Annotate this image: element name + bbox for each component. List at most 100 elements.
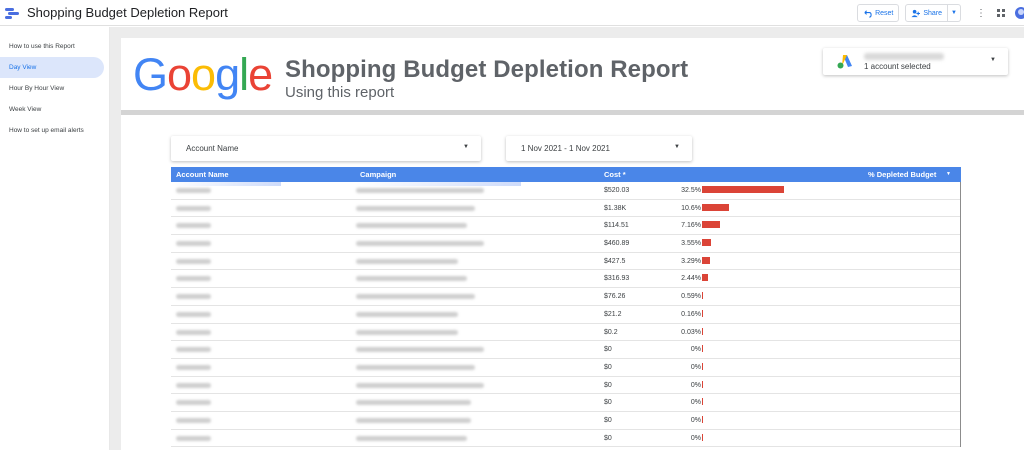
share-person-icon: [911, 9, 921, 17]
dropdown-caret-icon: ▼: [463, 144, 469, 150]
depleted-bar: [702, 186, 784, 193]
table-row[interactable]: $0 0%: [171, 394, 960, 412]
depleted-pct-cell: 2.44%: [681, 275, 701, 283]
sidebar-item-email-alerts[interactable]: How to set up email alerts: [0, 120, 104, 141]
campaign-name-redacted: [356, 364, 475, 370]
cost-cell: $0: [604, 416, 612, 424]
cost-cell: $427.5: [604, 257, 626, 265]
more-vert-icon[interactable]: ⋮: [973, 4, 989, 22]
campaign-name-redacted: [356, 400, 471, 406]
date-range-filter-label: 1 Nov 2021 - 1 Nov 2021: [521, 144, 610, 153]
depleted-pct-cell: 10.6%: [681, 204, 701, 212]
depleted-pct-cell: 0%: [690, 399, 701, 407]
depleted-pct-cell: 7.16%: [681, 222, 701, 230]
depleted-bar: [702, 256, 711, 264]
app-title: Shopping Budget Depletion Report: [27, 5, 228, 20]
table-row[interactable]: $0 0%: [171, 412, 960, 430]
table-row[interactable]: $0 0%: [171, 359, 960, 377]
chevron-down-icon: ▼: [951, 10, 957, 16]
sort-desc-icon[interactable]: ▼: [946, 171, 951, 177]
table-row[interactable]: $427.5 3.29%: [171, 253, 960, 271]
account-name-redacted: [176, 347, 211, 353]
campaign-name-redacted: [356, 294, 475, 300]
report-page: Google Shopping Budget Depletion Report …: [121, 38, 1024, 450]
depleted-bar: [702, 239, 711, 247]
table-row[interactable]: $316.93 2.44%: [171, 270, 960, 289]
cost-cell: $316.93: [604, 275, 630, 283]
reset-label: Reset: [875, 9, 894, 17]
date-range-filter[interactable]: 1 Nov 2021 - 1 Nov 2021 ▼: [506, 136, 692, 161]
depleted-pct-cell: 32.5%: [681, 187, 701, 194]
dropdown-caret-icon: ▼: [674, 144, 680, 150]
account-selector-label: 1 account selected: [864, 62, 931, 71]
account-name-redacted: [176, 294, 211, 300]
column-header-cost[interactable]: Cost *: [604, 170, 626, 179]
cost-cell: $76.26: [604, 293, 626, 301]
account-name-redacted: [176, 223, 211, 229]
account-name-redacted: [176, 276, 211, 282]
sidebar: How to use this Report Day View Hour By …: [0, 27, 110, 450]
campaign-name-redacted: [356, 435, 467, 441]
table-row[interactable]: $0.2 0.03%: [171, 324, 960, 342]
table-row[interactable]: $0 0%: [171, 377, 960, 395]
account-name-redacted: [176, 188, 211, 193]
share-group: Share ▼: [905, 4, 961, 22]
cost-cell: $0: [604, 399, 612, 407]
sidebar-item-day-view[interactable]: Day View: [0, 57, 104, 78]
account-name-redacted: [176, 382, 211, 388]
budget-table: Account Name Campaign Cost * % Depleted …: [171, 167, 961, 448]
table-row[interactable]: $0 0%: [171, 341, 960, 359]
table-row[interactable]: $520.03 32.5%: [171, 182, 960, 200]
depleted-pct-cell: 0%: [690, 363, 701, 371]
depleted-bar: [702, 221, 721, 229]
account-name-filter[interactable]: Account Name ▼: [171, 136, 481, 161]
sidebar-item-how-to-use[interactable]: How to use this Report: [0, 36, 104, 57]
apps-grid-svg: [997, 9, 1005, 17]
column-header-account[interactable]: Account Name: [176, 170, 229, 179]
report-header: Google Shopping Budget Depletion Report …: [121, 38, 1024, 112]
account-name-redacted: [176, 311, 211, 317]
reset-button[interactable]: Reset: [857, 4, 900, 22]
sidebar-item-week-view[interactable]: Week View: [0, 99, 104, 120]
share-button[interactable]: Share: [905, 4, 949, 22]
cost-cell: $0: [604, 346, 612, 354]
datastudio-logo-icon[interactable]: [5, 6, 19, 20]
cost-cell: $0: [604, 434, 612, 442]
table-row[interactable]: $76.26 0.59%: [171, 288, 960, 306]
cost-cell: $0.2: [604, 328, 618, 336]
column-header-campaign[interactable]: Campaign: [360, 170, 396, 179]
depleted-bar: [702, 292, 704, 300]
table-row[interactable]: $0 0%: [171, 430, 960, 448]
google-logo: Google: [133, 49, 273, 100]
share-dropdown-button[interactable]: ▼: [948, 4, 961, 22]
depleted-bar: [702, 327, 704, 335]
cost-cell: $460.89: [604, 240, 630, 248]
table-row[interactable]: $460.89 3.55%: [171, 235, 960, 253]
column-header-depleted[interactable]: % Depleted Budget: [868, 170, 936, 179]
sidebar-item-hour-by-hour[interactable]: Hour By Hour View: [0, 78, 104, 99]
depleted-pct-cell: 3.29%: [681, 257, 701, 265]
share-label: Share: [923, 9, 943, 17]
depleted-pct-cell: 0%: [690, 416, 701, 424]
account-name-redacted: [176, 364, 211, 370]
account-selector[interactable]: 1 account selected ▼: [823, 48, 1008, 75]
table-row[interactable]: $1.38K 10.6%: [171, 200, 960, 218]
apps-grid-icon[interactable]: [993, 4, 1009, 22]
depleted-bar: [702, 380, 704, 388]
campaign-name-redacted: [356, 382, 484, 388]
campaign-name-redacted: [356, 241, 484, 247]
depleted-pct-cell: 0%: [690, 346, 701, 354]
campaign-name-redacted: [356, 329, 458, 335]
table-row[interactable]: $21.2 0.16%: [171, 306, 960, 324]
sidebar-item-label: How to set up email alerts: [9, 127, 84, 134]
table-row[interactable]: $114.51 7.16%: [171, 217, 960, 236]
sidebar-item-label: Hour By Hour View: [9, 85, 65, 92]
google-ads-icon: [837, 55, 852, 69]
top-actions: Reset Share ▼ ⋮: [857, 3, 1024, 23]
campaign-name-redacted: [356, 205, 475, 211]
reset-icon: [864, 9, 872, 18]
avatar-icon[interactable]: [1015, 7, 1024, 19]
depleted-bar: [702, 362, 704, 370]
dropdown-caret-icon: ▼: [990, 57, 996, 63]
depleted-bar: [702, 274, 709, 282]
